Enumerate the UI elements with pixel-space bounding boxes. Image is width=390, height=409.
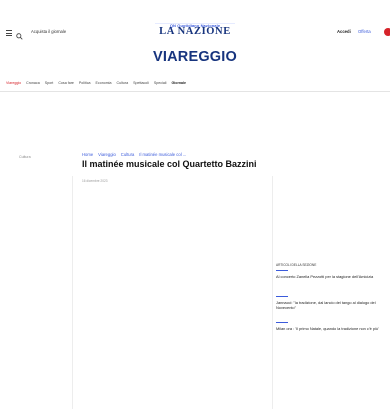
related-item[interactable]: Milan ora : 'Il primo Natale, quando la …: [276, 326, 388, 331]
related-rule: [276, 270, 288, 271]
network-strip: QN Quotidiano Nazionale: [0, 14, 390, 28]
nav-item-cosa-fare[interactable]: Cosa fare: [58, 81, 74, 85]
sidebar-section-label[interactable]: Cultura: [19, 155, 31, 159]
network-underline: [155, 23, 235, 24]
nav-item-cultura[interactable]: Cultura: [116, 81, 128, 85]
brand-logo[interactable]: LA NAZIONE: [0, 26, 390, 37]
related-heading: ARTICOLI DELLA SEZIONE: [276, 263, 317, 267]
nav-item-giornale[interactable]: Giornale: [171, 81, 186, 85]
header: Acquista il giornale LA NAZIONE Accedi O…: [0, 25, 390, 41]
nav-item-viareggio[interactable]: Viareggio: [6, 81, 21, 85]
breadcrumb: Home Viareggio Cultura Il matinée musica…: [82, 152, 186, 157]
related-rule: [276, 296, 288, 297]
article-title: Il matinée musicale col Quartetto Bazzin…: [82, 159, 257, 169]
breadcrumb-viareggio[interactable]: Viareggio: [98, 152, 116, 157]
related-item[interactable]: Jannacci: "la tradizione, dal lancio del…: [276, 300, 388, 310]
related-rule: [276, 322, 288, 323]
login-link[interactable]: Accedi: [337, 29, 351, 34]
breadcrumb-cultura[interactable]: Cultura: [121, 152, 135, 157]
section-nav: Viareggio Cronaca Sport Cosa fare Politi…: [6, 78, 390, 88]
user-avatar[interactable]: [384, 28, 390, 36]
breadcrumb-home[interactable]: Home: [82, 152, 93, 157]
article-body-frame: [72, 176, 273, 409]
nav-item-spettacoli[interactable]: Spettacoli: [133, 81, 149, 85]
nav-item-speciali[interactable]: Speciali: [154, 81, 167, 85]
nav-divider: [0, 91, 390, 92]
breadcrumb-current: Il matinée musicale col ...: [139, 152, 187, 157]
article-meta: 16 dicembre 2023: [82, 179, 108, 183]
nav-item-politica[interactable]: Politica: [79, 81, 91, 85]
section-city-title[interactable]: VIAREGGIO: [0, 49, 390, 65]
nav-item-cronaca[interactable]: Cronaca: [26, 81, 40, 85]
nav-item-economia[interactable]: Economia: [96, 81, 112, 85]
offer-link[interactable]: Offerta: [358, 29, 371, 34]
nav-item-sport[interactable]: Sport: [45, 81, 54, 85]
page: QN Quotidiano Nazionale Acquista il gior…: [0, 0, 390, 409]
related-item[interactable]: Al concerto Zanella Pezzotti per la stag…: [276, 274, 388, 279]
